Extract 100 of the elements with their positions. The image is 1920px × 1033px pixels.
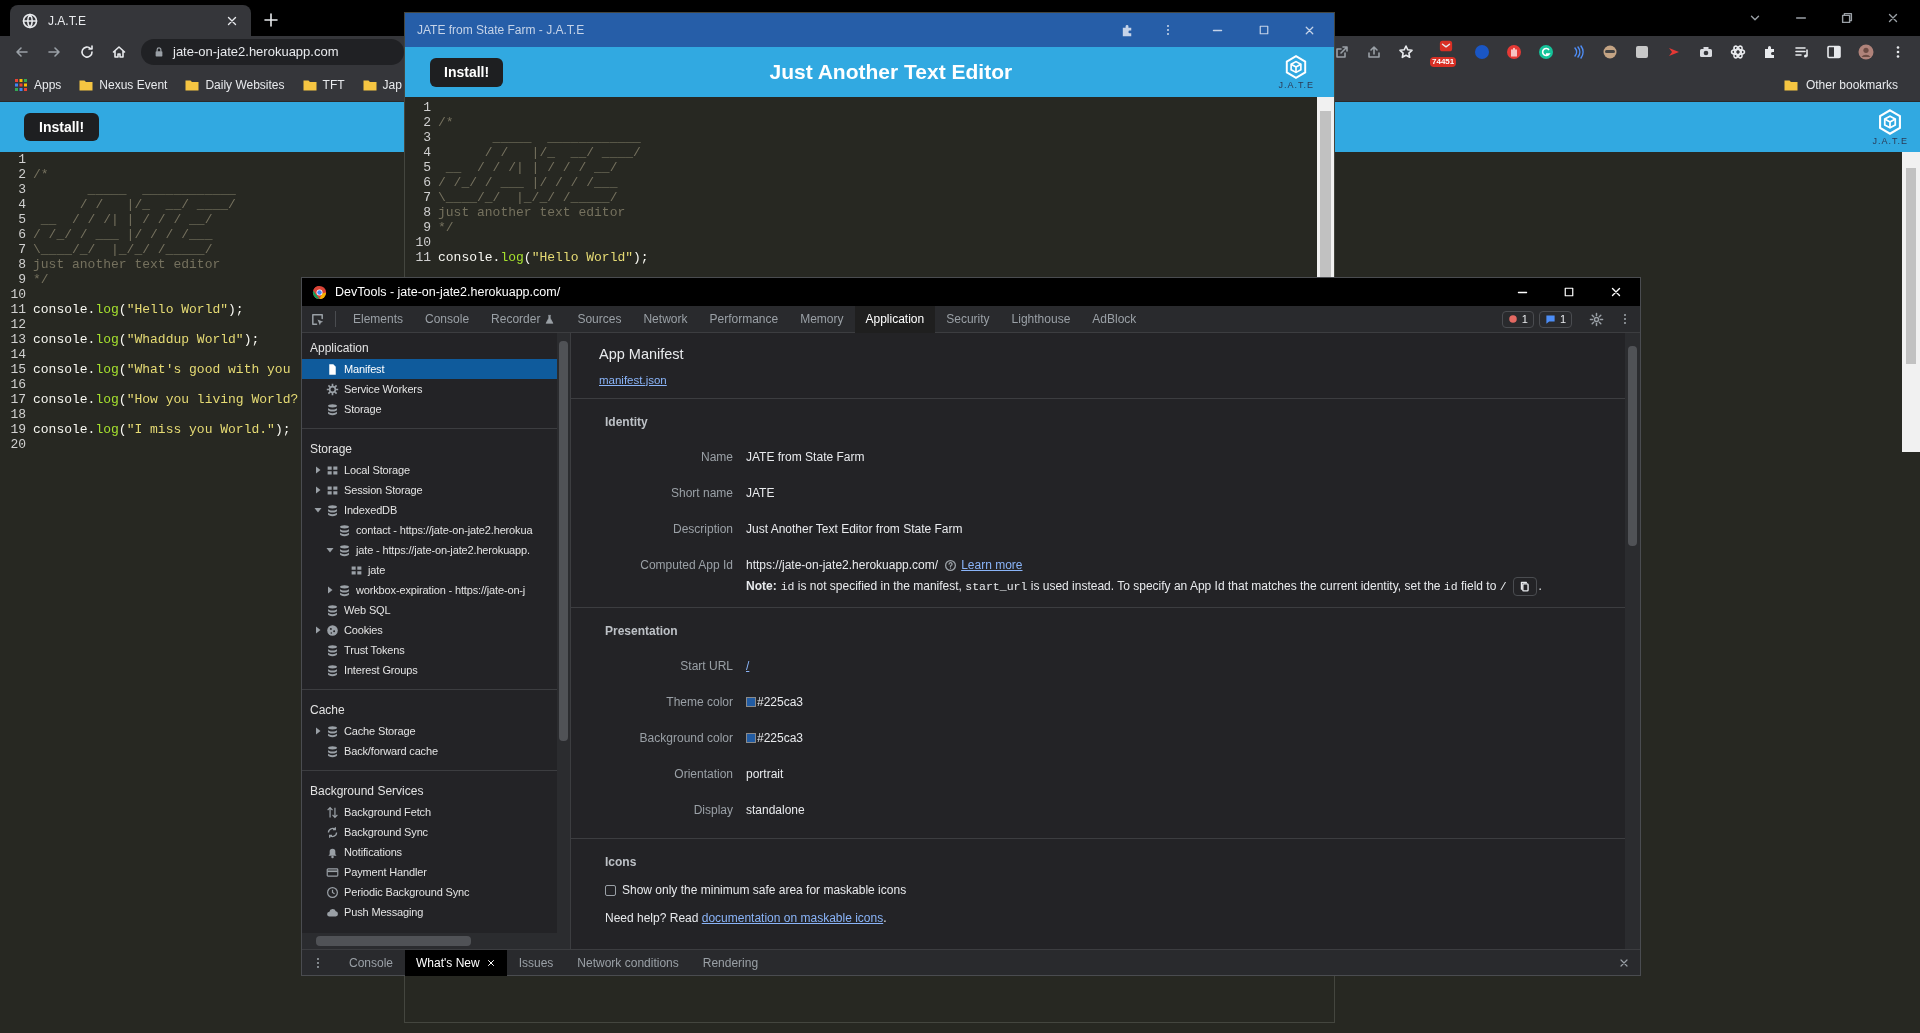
bookmark[interactable]: Jap bbox=[361, 75, 402, 94]
star-icon[interactable] bbox=[1398, 44, 1414, 60]
panel-tab[interactable]: Lighthouse bbox=[1000, 305, 1082, 333]
scrollbar[interactable] bbox=[302, 933, 570, 949]
panel-tab[interactable]: Console bbox=[414, 305, 481, 333]
scrollbar[interactable] bbox=[1902, 152, 1920, 452]
collapsed-arrow-icon[interactable] bbox=[314, 626, 322, 634]
media-list-icon[interactable] bbox=[1794, 44, 1810, 60]
expanded-arrow-icon[interactable] bbox=[314, 506, 322, 514]
scrollbar-thumb[interactable] bbox=[316, 936, 471, 946]
collapsed-arrow-icon[interactable] bbox=[314, 466, 322, 474]
sidebar-item[interactable]: Web SQL bbox=[302, 600, 557, 620]
close-icon[interactable] bbox=[485, 957, 496, 968]
sidebar-item[interactable]: Background Fetch bbox=[302, 802, 557, 822]
scrollbar[interactable] bbox=[1317, 97, 1334, 277]
sidebar-item[interactable]: Cookies bbox=[302, 620, 557, 640]
panel-tab[interactable]: Application bbox=[854, 305, 936, 333]
sidebar-item[interactable]: contact - https://jate-on-jate2.herokua bbox=[302, 520, 557, 540]
panel-tab[interactable]: Performance bbox=[698, 305, 790, 333]
install-button[interactable]: Install! bbox=[24, 113, 100, 141]
scrollbar-thumb[interactable] bbox=[1320, 111, 1331, 277]
sidebar-item[interactable]: Trust Tokens bbox=[302, 640, 557, 660]
panel-tab[interactable]: Recorder bbox=[480, 305, 567, 333]
panel-tab[interactable]: Security bbox=[935, 305, 1001, 333]
new-tab-icon[interactable] bbox=[263, 12, 279, 28]
bookmark[interactable]: Nexus Event bbox=[78, 75, 168, 94]
sidebar-item[interactable]: Interest Groups bbox=[302, 660, 557, 680]
address-bar[interactable]: jate-on-jate2.herokuapp.com bbox=[141, 39, 404, 65]
browser-tab[interactable]: J.A.T.E bbox=[10, 5, 251, 36]
sidebar-item[interactable]: Back/forward cache bbox=[302, 741, 557, 761]
panel-tab[interactable]: Elements bbox=[342, 305, 415, 333]
open-in-new-icon[interactable] bbox=[1334, 44, 1350, 60]
copy-icon[interactable] bbox=[1512, 576, 1537, 596]
sidebar-item[interactable]: Session Storage bbox=[302, 480, 557, 500]
drawer-tab[interactable]: Issues bbox=[506, 949, 566, 976]
help-icon[interactable] bbox=[944, 558, 958, 572]
sidebar-item[interactable]: Manifest bbox=[302, 359, 557, 379]
drawer-tab[interactable]: Console bbox=[337, 949, 406, 976]
drawer-tab[interactable]: Network conditions bbox=[565, 949, 691, 976]
sidebar-item[interactable]: Push Messaging bbox=[302, 902, 557, 922]
sidebar-item[interactable]: workbox-expiration - https://jate-on-j bbox=[302, 580, 557, 600]
checkbox[interactable] bbox=[605, 884, 616, 896]
extension-icon[interactable] bbox=[1538, 44, 1554, 60]
reload-icon[interactable] bbox=[79, 44, 95, 60]
sidebar-item[interactable]: IndexedDB bbox=[302, 500, 557, 520]
panel-tab[interactable]: Sources bbox=[566, 305, 633, 333]
bookmark[interactable]: Other bookmarks bbox=[1782, 75, 1898, 94]
panel-tab[interactable]: AdBlock bbox=[1081, 305, 1148, 333]
bookmark[interactable]: Apps bbox=[13, 75, 62, 94]
code-line: __ / / /| | / / / __/ bbox=[444, 160, 618, 175]
flask-icon bbox=[544, 313, 556, 325]
sidebar-item[interactable]: Local Storage bbox=[302, 460, 557, 480]
bookmark[interactable]: Daily Websites bbox=[184, 75, 285, 94]
drawer-tab[interactable]: What's New bbox=[405, 949, 507, 976]
sidebar-item[interactable]: Background Sync bbox=[302, 822, 557, 842]
scrollbar-thumb[interactable] bbox=[1628, 346, 1637, 546]
collapsed-arrow-icon[interactable] bbox=[326, 586, 334, 594]
extension-icon[interactable] bbox=[1634, 44, 1650, 60]
scrollbar[interactable] bbox=[557, 333, 570, 933]
expanded-arrow-icon[interactable] bbox=[326, 546, 334, 554]
sidebar-item[interactable]: Service Workers bbox=[302, 379, 557, 399]
camera-icon[interactable] bbox=[1698, 44, 1714, 60]
settings-icon[interactable] bbox=[1589, 311, 1604, 327]
sidebar-item[interactable]: jate - https://jate-on-jate2.herokuapp. bbox=[302, 540, 557, 560]
collapsed-arrow-icon[interactable] bbox=[314, 727, 322, 735]
field-label: Computed App Id bbox=[639, 557, 733, 574]
panel-tab[interactable]: Memory bbox=[789, 305, 855, 333]
scrollbar[interactable] bbox=[1625, 333, 1640, 949]
restore-icon[interactable] bbox=[1840, 11, 1854, 25]
database-icon bbox=[326, 663, 339, 677]
hand-icon[interactable] bbox=[1506, 44, 1522, 60]
forward-icon[interactable] bbox=[46, 44, 62, 60]
close-icon[interactable] bbox=[1886, 11, 1900, 25]
sidebar-icon[interactable] bbox=[1826, 44, 1842, 60]
scrollbar-thumb[interactable] bbox=[1906, 168, 1916, 364]
share-icon[interactable] bbox=[1366, 44, 1382, 60]
inspect-icon[interactable] bbox=[310, 311, 325, 327]
home-icon[interactable] bbox=[111, 44, 127, 60]
install-button[interactable]: Install! bbox=[430, 57, 504, 87]
close-icon[interactable] bbox=[1609, 285, 1623, 299]
face-icon[interactable] bbox=[1602, 44, 1618, 60]
sidebar-item[interactable]: Storage bbox=[302, 399, 557, 419]
collapsed-arrow-icon[interactable] bbox=[314, 486, 322, 494]
avatar-icon[interactable] bbox=[1858, 44, 1874, 60]
sidebar-item[interactable]: Payment Handler bbox=[302, 862, 557, 882]
sidebar-item[interactable]: Periodic Background Sync bbox=[302, 882, 557, 902]
scrollbar-thumb[interactable] bbox=[559, 341, 568, 741]
message-count-badge[interactable]: 1 bbox=[1538, 310, 1572, 328]
atom-icon[interactable] bbox=[1730, 44, 1746, 60]
sidebar-item[interactable]: Cache Storage bbox=[302, 721, 557, 741]
sidebar-item[interactable]: Notifications bbox=[302, 842, 557, 862]
manifest-link[interactable]: manifest.json bbox=[599, 371, 667, 389]
back-icon[interactable] bbox=[14, 44, 30, 60]
drawer-tab[interactable]: Rendering bbox=[690, 949, 771, 976]
learn-more-link[interactable]: Learn more bbox=[961, 556, 1023, 574]
sidebar-item[interactable]: jate bbox=[302, 560, 557, 580]
bookmark[interactable]: TFT bbox=[301, 75, 345, 94]
panel-tab[interactable]: Network bbox=[632, 305, 699, 333]
extension-icon[interactable] bbox=[1438, 39, 1454, 53]
error-count-badge[interactable]: 1 bbox=[1501, 310, 1534, 328]
